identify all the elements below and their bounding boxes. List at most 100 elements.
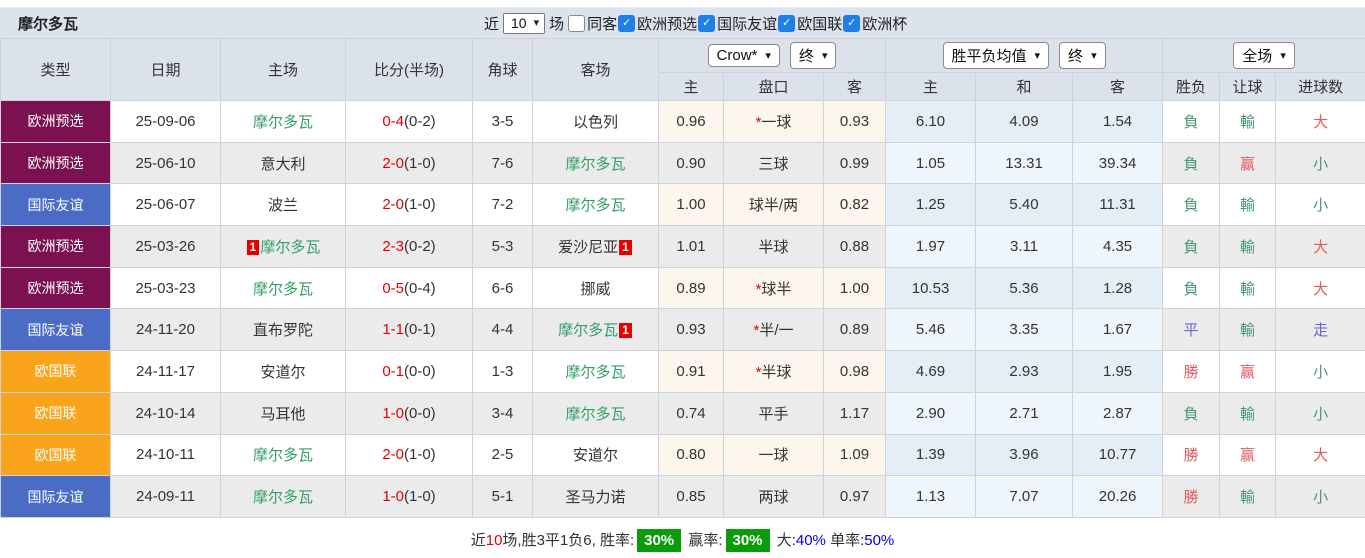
team-name: 安道尔 [260,364,305,381]
team-name: 挪威 [580,281,610,298]
cell-date: 25-03-26 [111,226,221,268]
cell-avg-draw: 3.35 [976,309,1073,351]
rate-badge: 30% [726,529,770,552]
same-away-checkbox[interactable] [568,15,585,32]
cell-handicap: 球半/两 [724,184,824,226]
cell-date: 24-11-17 [111,351,221,393]
cell-goals: 大 [1276,101,1365,143]
league-checkbox[interactable]: ✓ [698,15,715,32]
handicap-text: 半球 [761,364,791,381]
cell-corner: 2-5 [473,434,533,476]
score-fulltime: 0-5 [382,280,404,297]
cell-result: 勝 [1163,351,1220,393]
score-fulltime: 2-3 [382,238,404,255]
cell-handicap-result: 輸 [1220,184,1276,226]
same-away-filter: 同客 [568,13,617,34]
cell-handicap: 两球 [724,476,824,518]
handicap-text: 平手 [758,406,788,423]
cell-avg-away: 11.31 [1073,184,1163,226]
col-header-corner: 角球 [473,39,533,101]
rate-badge: 30% [637,529,681,552]
score-halftime: (1-0) [404,488,436,505]
table-row: 国际友谊24-11-20直布罗陀1-1(0-1)4-4摩尔多瓦10.93*半/一… [1,309,1365,351]
table-row: 欧国联24-10-14马耳他1-0(0-0)3-4摩尔多瓦0.74平手1.172… [1,392,1365,434]
team-name: 爱沙尼亚 [558,239,618,256]
cell-score: 1-1(0-1) [346,309,473,351]
league-checkbox[interactable]: ✓ [778,15,795,32]
cell-result: 平 [1163,309,1220,351]
red-card-badge: 1 [247,240,260,255]
cell-crow-home-odds: 0.80 [659,434,724,476]
cell-goals: 小 [1276,184,1365,226]
odds-time-select[interactable]: 终 ▾ [790,42,837,69]
col-header-avg-home: 主 [886,73,976,101]
cell-score: 1-0(1-0) [346,476,473,518]
cell-avg-draw: 13.31 [976,142,1073,184]
cell-handicap: *一球 [724,101,824,143]
cell-date: 24-09-11 [111,476,221,518]
scope-select[interactable]: 全场 ▾ [1233,42,1295,69]
table-row: 欧国联24-10-11摩尔多瓦2-0(1-0)2-5安道尔0.80一球1.091… [1,434,1365,476]
chevron-down-icon: ▾ [1280,49,1286,62]
cell-result: 負 [1163,267,1220,309]
cell-date: 24-11-20 [111,309,221,351]
cell-crow-away-odds: 0.88 [824,226,886,268]
col-header-crow-home: 主 [659,73,724,101]
cell-type: 欧洲预选 [1,142,111,184]
team-title: 摩尔多瓦 [18,13,78,34]
cell-home-team: 摩尔多瓦 [221,434,346,476]
handicap-text: 半/一 [759,322,793,339]
team-name: 圣马力诺 [565,489,625,506]
score-halftime: (0-2) [404,113,436,130]
summary-text: 赢率: [684,532,722,549]
avg-source-select[interactable]: 胜平负均值 ▾ [943,42,1050,69]
filter-controls: 近 10 ▾ 场 同客 ✓欧洲预选✓国际友谊✓欧国联✓欧洲杯 [484,8,912,38]
cell-goals: 小 [1276,142,1365,184]
cell-crow-home-odds: 0.90 [659,142,724,184]
avg-time-select[interactable]: 终 ▾ [1059,42,1106,69]
table-row: 国际友谊25-06-07波兰2-0(1-0)7-2摩尔多瓦1.00球半/两0.8… [1,184,1365,226]
cell-avg-home: 1.13 [886,476,976,518]
cell-corner: 3-4 [473,392,533,434]
cell-score: 0-5(0-4) [346,267,473,309]
league-filter: ✓国际友谊 [698,13,777,34]
summary-text: :40% [792,532,826,549]
cell-crow-away-odds: 0.89 [824,309,886,351]
cell-handicap-result: 赢 [1220,351,1276,393]
league-label: 欧洲预选 [637,13,697,34]
cell-result: 負 [1163,226,1220,268]
cell-type: 欧国联 [1,392,111,434]
cell-score: 2-0(1-0) [346,142,473,184]
summary-text: 场,胜3平1负6, 胜率: [502,532,634,549]
table-row: 欧洲预选25-03-23摩尔多瓦0-5(0-4)6-6挪威0.89*球半1.00… [1,267,1365,309]
cell-home-team: 直布罗陀 [221,309,346,351]
score-halftime: (1-0) [404,155,436,172]
cell-avg-home: 10.53 [886,267,976,309]
chevron-down-icon: ▾ [822,49,828,62]
cell-handicap: *半球 [724,351,824,393]
cell-avg-away: 20.26 [1073,476,1163,518]
cell-goals: 大 [1276,226,1365,268]
cell-handicap-result: 輸 [1220,101,1276,143]
table-row: 欧洲预选25-06-10意大利2-0(1-0)7-6摩尔多瓦0.90三球0.99… [1,142,1365,184]
summary-text: 10 [486,532,503,549]
team-name: 摩尔多瓦 [565,406,625,423]
cell-goals: 大 [1276,434,1365,476]
cell-date: 24-10-11 [111,434,221,476]
cell-date: 25-03-23 [111,267,221,309]
cell-crow-away-odds: 1.00 [824,267,886,309]
handicap-text: 两球 [758,489,788,506]
score-halftime: (0-0) [404,363,436,380]
match-count-select[interactable]: 10 ▾ [503,13,545,34]
league-checkbox[interactable]: ✓ [618,15,635,32]
cell-avg-home: 4.69 [886,351,976,393]
handicap-text: 一球 [758,447,788,464]
league-checkbox[interactable]: ✓ [843,15,860,32]
team-name: 摩尔多瓦 [253,489,313,506]
cell-away-team: 圣马力诺 [533,476,659,518]
table-row: 欧洲预选25-03-261摩尔多瓦2-3(0-2)5-3爱沙尼亚11.01半球0… [1,226,1365,268]
cell-result: 勝 [1163,434,1220,476]
team-name: 意大利 [260,156,305,173]
odds-source-select[interactable]: Crow* ▾ [708,44,780,67]
team-name: 摩尔多瓦 [260,239,320,256]
